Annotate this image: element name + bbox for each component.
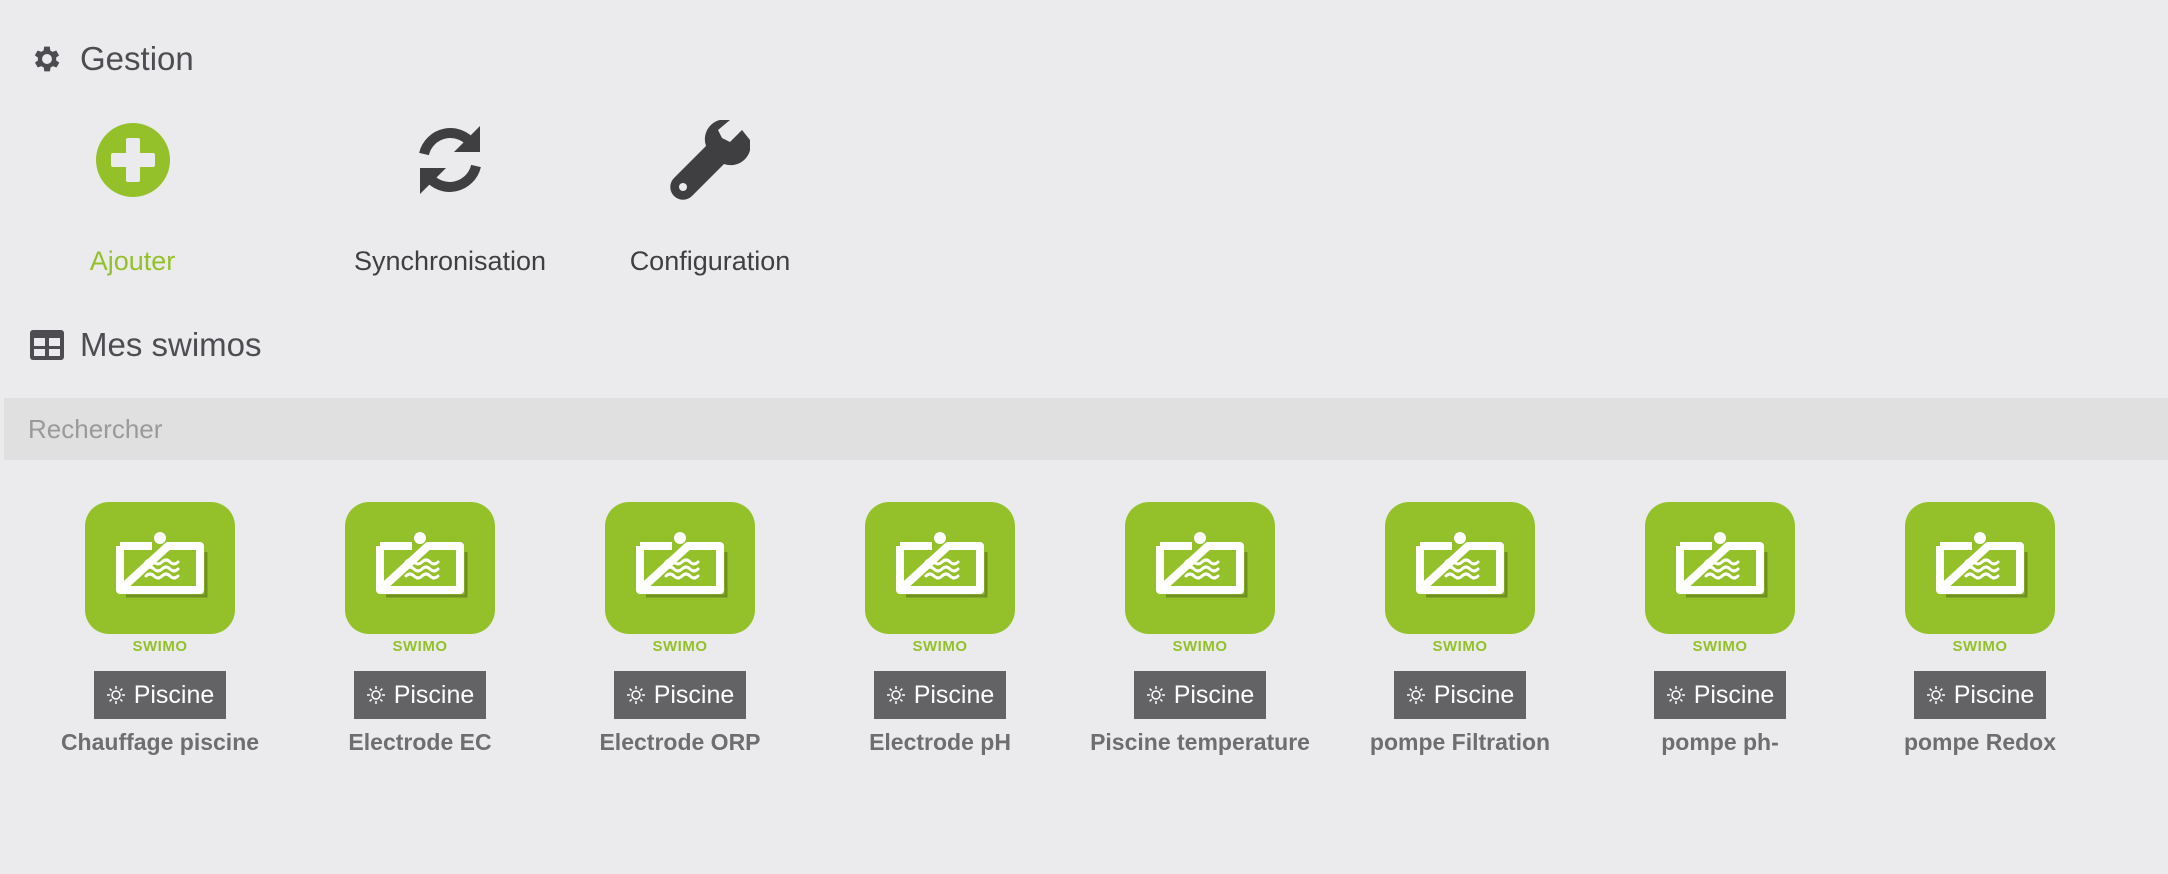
category-badge: Piscine [93, 671, 227, 719]
category-badge: Piscine [353, 671, 487, 719]
category-label: Piscine [653, 680, 735, 709]
swimo-name: Piscine temperature [1090, 729, 1310, 755]
swimo-card[interactable]: SWIMO Piscine Electrode EC [290, 502, 550, 756]
swimo-tile [1385, 502, 1535, 634]
swimo-card[interactable]: SWIMO Piscine Electrode pH [810, 502, 1070, 756]
swimo-name: pompe Redox [1903, 729, 2057, 755]
sun-icon [106, 686, 125, 704]
swimo-card[interactable]: SWIMO Piscine pompe ph- [1590, 502, 1850, 756]
category-label: Piscine [1953, 680, 2035, 709]
swimos-heading: Mes swimos [28, 326, 262, 364]
swimos-title: Mes swimos [80, 326, 262, 363]
swimo-name: pompe Filtration [1369, 729, 1551, 755]
sync-icon [408, 118, 492, 202]
brand-label: SWIMO [1432, 638, 1488, 655]
gestion-actions: Ajouter Synchronisation Configuration [60, 118, 840, 277]
swimo-card[interactable]: SWIMO Piscine Piscine temperature [1070, 502, 1330, 756]
gestion-title: Gestion [80, 40, 194, 77]
brand-label: SWIMO [652, 638, 708, 655]
pool-heater-icon [116, 532, 208, 598]
pool-heater-icon [1936, 532, 2028, 598]
swimo-tile [345, 502, 495, 634]
category-badge: Piscine [613, 671, 747, 719]
sun-icon [1146, 686, 1165, 704]
swimo-tile [1645, 502, 1795, 634]
brand-label: SWIMO [1172, 638, 1228, 655]
category-badge: Piscine [1393, 671, 1527, 719]
sun-icon [366, 686, 385, 704]
sun-icon [626, 686, 645, 704]
brand-label: SWIMO [1952, 638, 2008, 655]
brand-label: SWIMO [392, 638, 448, 655]
pool-heater-icon [636, 532, 728, 598]
sync-button[interactable]: Synchronisation [320, 118, 580, 277]
plus-circle-icon [91, 118, 175, 202]
swimo-name: pompe ph- [1661, 729, 1779, 755]
search-input[interactable] [28, 413, 2168, 445]
category-label: Piscine [1173, 680, 1255, 709]
sun-icon [886, 686, 905, 704]
wrench-icon [668, 118, 752, 202]
swimo-tile [1905, 502, 2055, 634]
swimo-card[interactable]: SWIMO Piscine Chauffage piscine [30, 502, 290, 756]
configuration-label: Configuration [629, 246, 791, 276]
category-badge: Piscine [873, 671, 1007, 719]
sun-icon [1406, 686, 1425, 704]
category-label: Piscine [1433, 680, 1515, 709]
add-button[interactable]: Ajouter [60, 118, 205, 277]
gestion-heading: Gestion [28, 40, 194, 78]
swimo-tile [605, 502, 755, 634]
swimo-name: Chauffage piscine [60, 729, 260, 755]
sun-icon [1666, 686, 1685, 704]
sun-icon [1926, 686, 1945, 704]
pool-heater-icon [1676, 532, 1768, 598]
category-label: Piscine [913, 680, 995, 709]
swimo-tile [1125, 502, 1275, 634]
category-badge: Piscine [1913, 671, 2047, 719]
swimo-name: Electrode pH [869, 729, 1011, 755]
add-label: Ajouter [89, 246, 176, 276]
brand-label: SWIMO [1692, 638, 1748, 655]
configuration-button[interactable]: Configuration [580, 118, 840, 277]
swimo-card[interactable]: SWIMO Piscine pompe Redox [1850, 502, 2110, 756]
pool-heater-icon [376, 532, 468, 598]
swimo-name: Electrode EC [348, 729, 492, 755]
pool-heater-icon [1156, 532, 1248, 598]
category-badge: Piscine [1653, 671, 1787, 719]
brand-label: SWIMO [912, 638, 968, 655]
swimo-name: Electrode ORP [599, 729, 761, 755]
brand-label: SWIMO [132, 638, 188, 655]
swimo-card[interactable]: SWIMO Piscine pompe Filtration [1330, 502, 1590, 756]
swimo-tile [85, 502, 235, 634]
search-bar [4, 398, 2168, 460]
swimo-card[interactable]: SWIMO Piscine Electrode ORP [550, 502, 810, 756]
swimo-list: SWIMO Piscine Chauffage piscine SWIMO Pi… [30, 502, 2110, 756]
category-label: Piscine [393, 680, 475, 709]
category-badge: Piscine [1133, 671, 1267, 719]
table-icon [28, 326, 66, 364]
swimo-tile [865, 502, 1015, 634]
pool-heater-icon [896, 532, 988, 598]
category-label: Piscine [133, 680, 215, 709]
sync-label: Synchronisation [353, 246, 547, 276]
category-label: Piscine [1693, 680, 1775, 709]
gear-icon [28, 40, 66, 78]
pool-heater-icon [1416, 532, 1508, 598]
